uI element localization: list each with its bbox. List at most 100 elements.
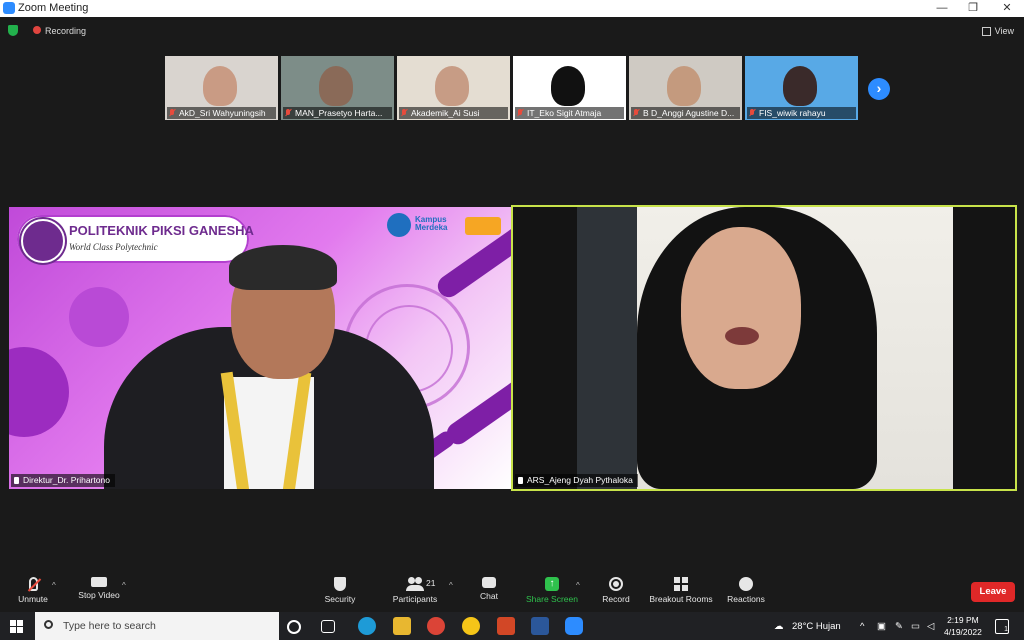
weather-cloud-icon[interactable]: ☁ <box>774 621 784 632</box>
close-button[interactable]: ✕ <box>992 0 1022 17</box>
view-button[interactable]: View <box>981 26 1014 37</box>
participant-thumbnail[interactable]: MAN_Prasetyo Harta... <box>281 56 394 120</box>
share-screen-icon: ↑ <box>545 577 559 591</box>
participant-thumbnail[interactable]: AkD_Sri Wahyuningsih <box>165 56 278 120</box>
clock-date: 4/19/2022 <box>944 627 982 637</box>
unmute-label: Unmute <box>18 594 48 604</box>
search-placeholder: Type here to search <box>63 620 156 632</box>
participant-name: ARS_Ajeng Dyah Pythaloka <box>527 475 633 485</box>
restore-button[interactable]: ❐ <box>958 0 988 17</box>
zoom-app-icon <box>3 2 15 14</box>
participant-face <box>783 66 817 106</box>
muted-mic-icon <box>401 109 407 117</box>
muted-mic-icon <box>169 109 175 117</box>
stop-video-label: Stop Video <box>78 590 120 600</box>
participant-name-tag: Direktur_Dr. Prihartono <box>11 474 115 487</box>
breakout-rooms-icon <box>674 577 688 591</box>
word-icon[interactable] <box>531 617 549 635</box>
participant-name: FIS_wiwik rahayu <box>747 107 856 119</box>
meeting-controls-toolbar: Unmute ^ Stop Video ^ Security Participa… <box>0 573 1024 612</box>
tray-pen-icon[interactable]: ✎ <box>895 621 903 632</box>
tray-app-icon[interactable]: ▣ <box>877 621 886 632</box>
participants-count: 21 <box>426 578 436 588</box>
reactions-label: Reactions <box>727 594 765 604</box>
audio-options-caret-icon[interactable]: ^ <box>52 581 56 590</box>
kampus-merdeka-label: Kampus Merdeka <box>415 215 448 232</box>
notification-center-icon[interactable]: 1 <box>995 619 1009 634</box>
muted-mic-icon <box>28 577 38 591</box>
stop-video-button[interactable]: Stop Video <box>76 577 122 600</box>
weather-label[interactable]: 28°C Hujan <box>792 621 841 632</box>
mic-icon <box>518 477 523 484</box>
mic-icon <box>14 477 19 484</box>
participants-icon <box>406 577 424 591</box>
emoji-app-icon[interactable] <box>462 617 480 635</box>
participant-face <box>667 66 701 106</box>
participant-name: IT_Eko Sigit Atmaja <box>515 107 624 119</box>
reactions-button[interactable]: Reactions <box>726 577 766 604</box>
merdeka-belajar-badge <box>465 217 501 235</box>
participant-thumbnail[interactable]: IT_Eko Sigit Atmaja <box>513 56 626 120</box>
participant-name: Direktur_Dr. Prihartono <box>23 475 110 485</box>
brand-title: POLITEKNIK PIKSI GANESHA <box>69 223 254 238</box>
video-camera-icon <box>91 577 107 587</box>
speaker-mouth <box>725 327 759 345</box>
task-view-icon[interactable] <box>321 620 335 633</box>
recording-dot-icon <box>33 26 41 34</box>
zoom-taskbar-icon[interactable] <box>565 617 583 635</box>
breakout-rooms-button[interactable]: Breakout Rooms <box>648 577 714 604</box>
unmute-button[interactable]: Unmute <box>16 577 50 604</box>
participant-thumbnail[interactable]: B D_Anggi Agustine D... <box>629 56 742 120</box>
share-screen-button[interactable]: ↑ Share Screen <box>526 577 578 604</box>
next-page-arrow-icon[interactable]: › <box>868 78 890 100</box>
meeting-topbar: Recording View <box>0 17 1024 45</box>
windows-taskbar: Type here to search ☁ 28°C Hujan ^ ▣ ✎ ▭… <box>0 612 1024 640</box>
piksi-logo-icon <box>21 219 65 263</box>
volume-icon[interactable]: ◁ <box>927 621 934 632</box>
search-icon <box>44 620 53 629</box>
muted-mic-icon <box>285 109 291 117</box>
windows-start-icon[interactable] <box>10 620 23 633</box>
video-tile-active-speaker[interactable]: ARS_Ajeng Dyah Pythaloka <box>511 205 1017 491</box>
security-button[interactable]: Security <box>322 577 358 604</box>
leave-button[interactable]: Leave <box>971 582 1015 602</box>
speaker-face <box>681 227 801 389</box>
recording-label: Recording <box>45 26 87 36</box>
grid-view-icon <box>981 27 991 37</box>
participant-name: B D_Anggi Agustine D... <box>631 107 740 119</box>
file-explorer-icon[interactable] <box>393 617 411 635</box>
muted-mic-icon <box>517 109 523 117</box>
participant-name: AkD_Sri Wahyuningsih <box>167 107 276 119</box>
edge-browser-icon[interactable] <box>358 617 376 635</box>
muted-mic-icon <box>633 109 639 117</box>
record-button[interactable]: Record <box>600 577 632 604</box>
window-title: Zoom Meeting <box>18 2 89 14</box>
taskbar-clock[interactable]: 2:19 PM 4/19/2022 <box>944 614 982 638</box>
participant-thumbnail[interactable]: Akademik_Ai Susi <box>397 56 510 120</box>
network-icon[interactable]: ▭ <box>911 621 920 632</box>
chat-button[interactable]: Chat <box>477 577 501 601</box>
breakout-rooms-label: Breakout Rooms <box>649 594 713 604</box>
share-options-caret-icon[interactable]: ^ <box>576 581 580 590</box>
cortana-icon[interactable] <box>287 620 301 634</box>
taskbar-search-box[interactable]: Type here to search <box>35 612 279 640</box>
minimize-button[interactable]: — <box>927 0 957 17</box>
participant-face <box>551 66 585 106</box>
participants-options-caret-icon[interactable]: ^ <box>449 581 453 590</box>
chrome-browser-icon[interactable] <box>427 617 445 635</box>
video-options-caret-icon[interactable]: ^ <box>122 581 126 590</box>
muted-mic-icon <box>749 109 755 117</box>
participant-thumbnail[interactable]: FIS_wiwik rahayu <box>745 56 858 120</box>
share-screen-label: Share Screen <box>526 594 578 604</box>
participant-face <box>319 66 353 106</box>
powerpoint-icon[interactable] <box>497 617 515 635</box>
record-icon <box>609 577 623 591</box>
tray-overflow-caret-icon[interactable]: ^ <box>860 621 864 632</box>
tut-wuri-logo-icon <box>387 213 411 237</box>
camera-feed <box>577 207 953 489</box>
brand-subtitle: World Class Polytechnic <box>69 242 158 252</box>
video-tile-director[interactable]: POLITEKNIK PIKSI GANESHA World Class Pol… <box>9 207 511 489</box>
decorative-blob <box>69 287 129 347</box>
participant-face <box>435 66 469 106</box>
encryption-shield-icon[interactable] <box>8 25 18 36</box>
